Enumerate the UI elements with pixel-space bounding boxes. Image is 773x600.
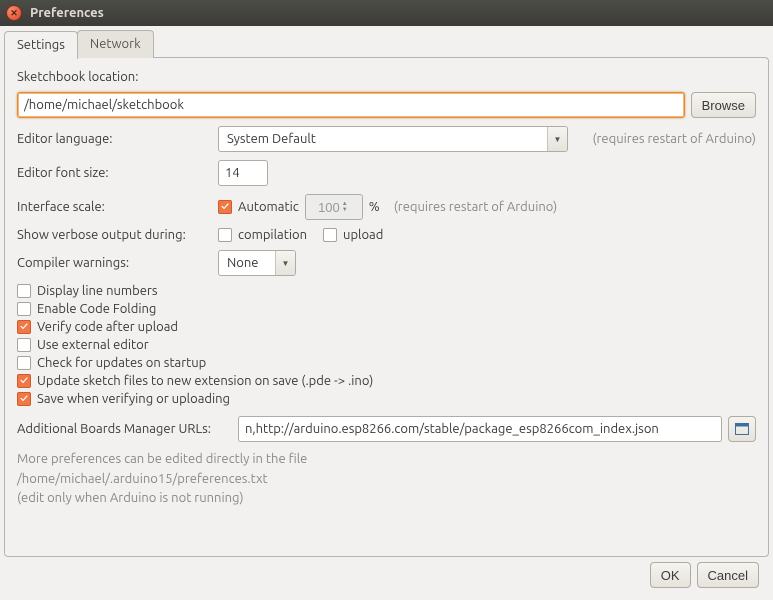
additional-urls-input[interactable] [238, 416, 722, 442]
tab-settings[interactable]: Settings [4, 31, 78, 59]
editor-font-size-input[interactable] [218, 160, 268, 186]
update-sketch-ext-checkbox[interactable]: Update sketch files to new extension on … [17, 374, 373, 388]
check-updates-checkbox[interactable]: Check for updates on startup [17, 356, 206, 370]
label-editor-font: Editor font size: [17, 166, 212, 180]
sketchbook-path-input[interactable] [17, 92, 685, 118]
window-icon [735, 423, 749, 435]
chevron-down-icon: ▼ [547, 127, 567, 151]
footer-prefs-path: /home/michael/.arduino15/preferences.txt [17, 470, 756, 490]
expand-urls-button[interactable] [728, 416, 756, 442]
compilation-checkbox[interactable]: compilation [218, 228, 307, 242]
footer-line3: (edit only when Arduino is not running) [17, 489, 756, 509]
label-sketchbook: Sketchbook location: [17, 70, 138, 84]
footer-line1: More preferences can be edited directly … [17, 450, 756, 470]
window-title: Preferences [30, 6, 104, 20]
browse-button[interactable]: Browse [691, 92, 756, 118]
label-verbose: Show verbose output during: [17, 228, 212, 242]
verify-after-upload-checkbox[interactable]: Verify code after upload [17, 320, 178, 334]
chevron-down-icon: ▼ [275, 251, 295, 275]
tab-bar: Settings Network [4, 30, 769, 58]
editor-language-select[interactable]: System Default ▼ [218, 126, 568, 152]
title-bar: ✕ Preferences [0, 0, 773, 26]
tab-network[interactable]: Network [77, 30, 154, 58]
label-editor-language: Editor language: [17, 132, 212, 146]
label-compiler-warnings: Compiler warnings: [17, 256, 212, 270]
display-line-numbers-checkbox[interactable]: Display line numbers [17, 284, 157, 298]
hint-restart-lang: (requires restart of Arduino) [592, 132, 756, 146]
upload-checkbox[interactable]: upload [323, 228, 383, 242]
save-on-verify-checkbox[interactable]: Save when verifying or uploading [17, 392, 230, 406]
enable-code-folding-checkbox[interactable]: Enable Code Folding [17, 302, 156, 316]
label-interface-scale: Interface scale: [17, 200, 212, 214]
hint-restart-scale: (requires restart of Arduino) [394, 200, 558, 214]
close-icon[interactable]: ✕ [6, 5, 22, 21]
ok-button[interactable]: OK [650, 562, 691, 588]
pct-label: % [369, 200, 380, 214]
settings-panel: Sketchbook location: Browse Editor langu… [4, 57, 769, 557]
automatic-checkbox[interactable]: Automatic [218, 200, 299, 214]
cancel-button[interactable]: Cancel [697, 562, 759, 588]
label-additional-urls: Additional Boards Manager URLs: [17, 422, 232, 436]
interface-scale-spinner[interactable]: ▲▼ [305, 194, 363, 220]
compiler-warnings-select[interactable]: None ▼ [218, 250, 296, 276]
use-external-editor-checkbox[interactable]: Use external editor [17, 338, 149, 352]
